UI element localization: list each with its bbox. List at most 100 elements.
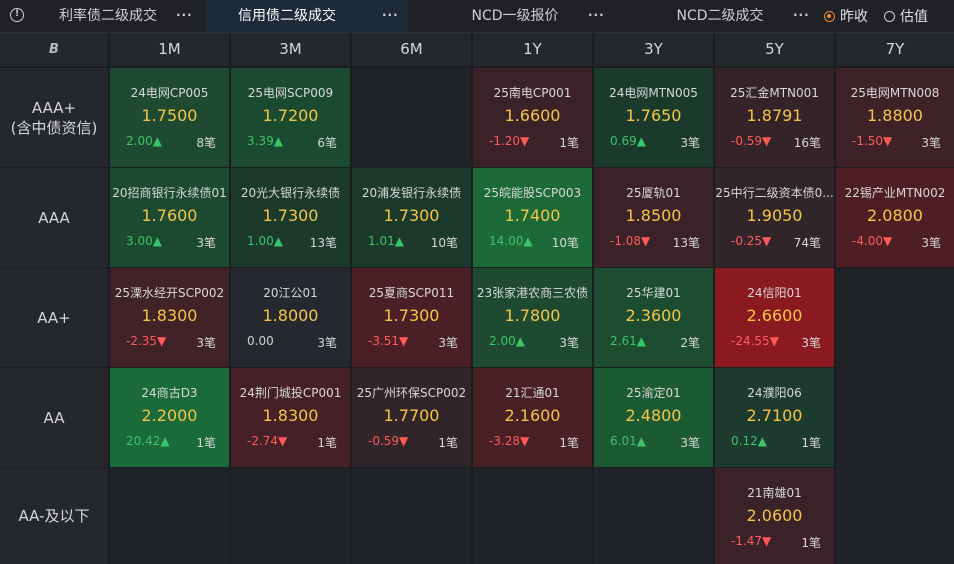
- bond-yield: 1.7600: [141, 206, 198, 225]
- trade-count: 10笔: [430, 236, 458, 250]
- yield-change: -1.50▼: [852, 134, 893, 148]
- bond-yield: 1.7300: [383, 206, 440, 225]
- bond-cell[interactable]: 20江公01 1.8000 0.00 3笔: [231, 268, 350, 367]
- bond-yield: 1.8791: [746, 106, 803, 125]
- bond-name: 25溧水经开SCP002: [114, 286, 225, 300]
- bond-cell[interactable]: 24商古D3 2.2000 20.42▲ 1笔: [110, 368, 229, 467]
- yield-change: 14.00▲: [489, 234, 533, 248]
- yield-change: -24.55▼: [731, 334, 779, 348]
- trade-count: 3笔: [438, 336, 458, 350]
- radio-checked-icon: [824, 10, 835, 22]
- bond-cell[interactable]: 25溧水经开SCP002 1.8300 -2.35▼ 3笔: [110, 268, 229, 367]
- yield-change: 0.69▲: [610, 134, 646, 148]
- tab-rate-bond[interactable]: 利率债二级成交: [36, 0, 180, 32]
- bond-cell[interactable]: 25华建01 2.3600 2.61▲ 2笔: [594, 268, 713, 367]
- info-icon[interactable]: !: [10, 8, 24, 22]
- bond-cell[interactable]: 25渝定01 2.4800 6.01▲ 3笔: [594, 368, 713, 467]
- trade-count: 3笔: [801, 336, 821, 350]
- bond-name: 24商古D3: [141, 386, 198, 400]
- yield-change: -4.00▼: [852, 234, 893, 248]
- empty-cell: [352, 468, 471, 564]
- bond-cell[interactable]: 25皖能股SCP003 1.7400 14.00▲ 10笔: [473, 168, 592, 267]
- tab-ncd-secondary[interactable]: NCD二级成交: [640, 0, 800, 32]
- row-header-label: AAA+: [31, 98, 77, 117]
- row-header: AAA+ (含中债资信): [0, 68, 108, 167]
- trade-count: 1笔: [559, 436, 579, 450]
- trade-count: 1笔: [317, 436, 337, 450]
- yield-change: -1.47▼: [731, 534, 772, 548]
- row-header-sublabel: (含中债资信): [10, 118, 98, 137]
- bond-cell[interactable]: 24信阳01 2.6600 -24.55▼ 3笔: [715, 268, 834, 367]
- bond-cell[interactable]: 24电网CP005 1.7500 2.00▲ 8笔: [110, 68, 229, 167]
- tab-credit-bond-more-icon[interactable]: ···: [382, 9, 398, 23]
- yield-change: 0.12▲: [731, 434, 767, 448]
- bond-cell[interactable]: 20光大银行永续债 1.7300 1.00▲ 13笔: [231, 168, 350, 267]
- bond-cell[interactable]: 21汇通01 2.1600 -3.28▼ 1笔: [473, 368, 592, 467]
- trade-count: 2笔: [680, 336, 700, 350]
- bond-yield: 2.4800: [625, 406, 682, 425]
- empty-cell: [836, 368, 954, 467]
- yield-change: 6.01▲: [610, 434, 646, 448]
- bond-yield: 1.6600: [504, 106, 561, 125]
- bond-name: 23张家港农商三农债: [476, 286, 589, 300]
- bond-cell[interactable]: 25电网SCP009 1.7200 3.39▲ 6笔: [231, 68, 350, 167]
- bond-name: 25中行二级资本债0...: [715, 186, 834, 200]
- bond-cell[interactable]: 25中行二级资本债0... 1.9050 -0.25▼ 74笔: [715, 168, 834, 267]
- trade-count: 1笔: [559, 136, 579, 150]
- bond-name: 24电网MTN005: [609, 86, 698, 100]
- bond-name: 22锡产业MTN002: [844, 186, 946, 200]
- yield-change: -3.51▼: [368, 334, 409, 348]
- bond-name: 20浦发银行永续债: [361, 186, 462, 200]
- bond-cell[interactable]: 25广州环保SCP002 1.7700 -0.59▼ 1笔: [352, 368, 471, 467]
- trade-count: 1笔: [438, 436, 458, 450]
- tab-ncd-primary[interactable]: NCD一级报价: [430, 0, 600, 32]
- bond-yield: 1.9050: [746, 206, 803, 225]
- row-header-label: AA+: [37, 308, 71, 327]
- bond-cell[interactable]: 20招商银行永续债01 1.7600 3.00▲ 3笔: [110, 168, 229, 267]
- bond-yield: 1.7700: [383, 406, 440, 425]
- radio-unchecked-icon: [884, 10, 895, 22]
- column-header-6m: 6M: [352, 33, 471, 66]
- trade-count: 3笔: [680, 436, 700, 450]
- yield-change: -3.28▼: [489, 434, 530, 448]
- bond-cell[interactable]: 25厦轨01 1.8500 -1.08▼ 13笔: [594, 168, 713, 267]
- bond-yield: 1.8500: [625, 206, 682, 225]
- trade-count: 10笔: [551, 236, 579, 250]
- bond-yield: 1.7300: [262, 206, 319, 225]
- bond-cell[interactable]: 25汇金MTN001 1.8791 -0.59▼ 16笔: [715, 68, 834, 167]
- tab-rate-bond-more-icon[interactable]: ···: [176, 9, 192, 23]
- column-header-1m: 1M: [110, 33, 229, 66]
- tab-ncd-secondary-more-icon[interactable]: ···: [793, 9, 809, 23]
- yield-change: 0.00: [247, 334, 274, 348]
- bond-cell[interactable]: 24濮阳06 2.7100 0.12▲ 1笔: [715, 368, 834, 467]
- bond-name: 24濮阳06: [747, 386, 802, 400]
- corner-logo-icon: B: [0, 33, 108, 66]
- yield-change: 2.61▲: [610, 334, 646, 348]
- bond-cell[interactable]: 21南雄01 2.0600 -1.47▼ 1笔: [715, 468, 834, 564]
- bond-name: 21汇通01: [505, 386, 560, 400]
- bond-name: 25渝定01: [626, 386, 681, 400]
- trade-count: 13笔: [309, 236, 337, 250]
- empty-cell: [231, 468, 350, 564]
- bond-cell[interactable]: 25南电CP001 1.6600 -1.20▼ 1笔: [473, 68, 592, 167]
- bond-cell[interactable]: 20浦发银行永续债 1.7300 1.01▲ 10笔: [352, 168, 471, 267]
- row-header-label: AAA: [38, 208, 70, 227]
- bond-cell[interactable]: 22锡产业MTN002 2.0800 -4.00▼ 3笔: [836, 168, 954, 267]
- bond-name: 24信阳01: [747, 286, 802, 300]
- bond-cell[interactable]: 25夏商SCP011 1.7300 -3.51▼ 3笔: [352, 268, 471, 367]
- bond-cell[interactable]: 24荆门城投CP001 1.8300 -2.74▼ 1笔: [231, 368, 350, 467]
- radio-prev-close[interactable]: 昨收: [824, 8, 868, 25]
- bond-cell[interactable]: 24电网MTN005 1.7650 0.69▲ 3笔: [594, 68, 713, 167]
- column-header-5y: 5Y: [715, 33, 834, 66]
- yield-change: 2.00▲: [126, 134, 162, 148]
- column-header-1y: 1Y: [473, 33, 592, 66]
- yield-change: 2.00▲: [489, 334, 525, 348]
- tab-ncd-primary-more-icon[interactable]: ···: [588, 9, 604, 23]
- bond-cell[interactable]: 23张家港农商三农债 1.7800 2.00▲ 3笔: [473, 268, 592, 367]
- tab-credit-bond[interactable]: 信用债二级成交: [206, 0, 408, 32]
- bond-name: 25电网MTN008: [850, 86, 940, 100]
- bond-cell[interactable]: 25电网MTN008 1.8800 -1.50▼ 3笔: [836, 68, 954, 167]
- radio-valuation[interactable]: 估值: [884, 8, 928, 25]
- bond-yield: 2.0800: [867, 206, 923, 225]
- bond-name: 25华建01: [626, 286, 681, 300]
